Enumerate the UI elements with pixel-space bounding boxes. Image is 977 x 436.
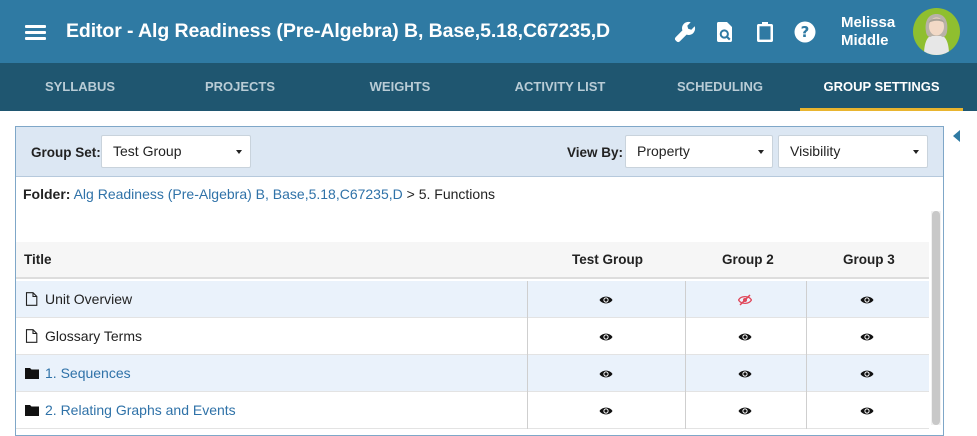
table-row: Unit Overview — [16, 281, 929, 318]
table-row: Glossary Terms — [16, 318, 929, 355]
column-header-group-3[interactable]: Group 3 — [843, 252, 895, 267]
row-title: Glossary Terms — [45, 328, 142, 344]
column-divider — [527, 281, 528, 318]
column-header-title[interactable]: Title — [24, 252, 52, 267]
tab-weights[interactable]: WEIGHTS — [340, 63, 460, 111]
view-by-secondary-select[interactable]: Visibility — [778, 135, 928, 168]
tab-projects[interactable]: PROJECTS — [180, 63, 300, 111]
tab-syllabus[interactable]: SYLLABUS — [20, 63, 140, 111]
filter-bar: Group Set: Test Group View By: Property … — [16, 127, 943, 177]
folder-icon — [25, 366, 39, 380]
column-header-group-2[interactable]: Group 2 — [722, 252, 774, 267]
collapse-panel-icon[interactable] — [953, 130, 960, 142]
column-divider — [806, 318, 807, 355]
table-row: 1. Sequences — [16, 355, 929, 392]
group-set-select[interactable]: Test Group — [101, 135, 251, 168]
page-icon — [25, 292, 38, 306]
view-by-label: View By: — [567, 145, 624, 160]
column-divider — [806, 355, 807, 392]
column-divider — [685, 392, 686, 429]
app-header: Editor - Alg Readiness (Pre-Algebra) B, … — [0, 0, 977, 63]
eye-icon[interactable] — [599, 404, 613, 416]
group-settings-panel: Group Set: Test Group View By: Property … — [15, 126, 944, 436]
chevron-down-icon — [236, 150, 242, 154]
help-icon[interactable]: ? — [793, 20, 817, 44]
eye-icon[interactable] — [860, 404, 874, 416]
chevron-down-icon — [913, 150, 919, 154]
chevron-down-icon — [758, 150, 764, 154]
tab-bar: SYLLABUS PROJECTS WEIGHTS ACTIVITY LIST … — [0, 63, 977, 111]
column-divider — [685, 281, 686, 318]
group-set-label: Group Set: — [31, 145, 101, 160]
eye-icon[interactable] — [599, 330, 613, 342]
column-divider — [685, 318, 686, 355]
page-icon — [25, 329, 38, 343]
menu-icon[interactable] — [25, 24, 46, 40]
clipboard-icon[interactable] — [753, 20, 777, 44]
row-title[interactable]: 1. Sequences — [45, 355, 131, 392]
user-name[interactable]: Melissa Middle — [841, 14, 895, 50]
avatar[interactable] — [913, 8, 960, 55]
table-scrollbar[interactable] — [931, 211, 941, 425]
breadcrumb: Folder: Alg Readiness (Pre-Algebra) B, B… — [23, 186, 495, 202]
eye-icon[interactable] — [738, 330, 752, 342]
folder-icon — [25, 403, 39, 417]
preview-search-icon[interactable] — [713, 20, 737, 44]
eye-icon[interactable] — [738, 404, 752, 416]
table-row: 2. Relating Graphs and Events — [16, 392, 929, 429]
tab-activity-list[interactable]: ACTIVITY LIST — [500, 63, 620, 111]
page-title: Editor - Alg Readiness (Pre-Algebra) B, … — [66, 20, 610, 42]
column-divider — [806, 392, 807, 429]
column-divider — [685, 355, 686, 392]
table-header: Title Test Group Group 2 Group 3 — [16, 242, 929, 279]
wrench-icon[interactable] — [673, 20, 697, 44]
hidden-eye-icon[interactable] — [737, 293, 753, 306]
eye-icon[interactable] — [599, 293, 613, 305]
column-divider — [527, 392, 528, 429]
svg-text:?: ? — [801, 23, 810, 41]
breadcrumb-current: > 5. Functions — [402, 186, 495, 202]
eye-icon[interactable] — [860, 293, 874, 305]
column-header-test-group[interactable]: Test Group — [572, 252, 643, 267]
row-title[interactable]: 2. Relating Graphs and Events — [45, 392, 236, 429]
row-title: Unit Overview — [45, 291, 133, 307]
view-by-select[interactable]: Property — [625, 135, 773, 168]
column-divider — [527, 355, 528, 392]
eye-icon[interactable] — [738, 367, 752, 379]
eye-icon[interactable] — [599, 367, 613, 379]
eye-icon[interactable] — [860, 367, 874, 379]
scrollbar-thumb[interactable] — [932, 211, 940, 425]
column-divider — [527, 318, 528, 355]
column-divider — [806, 281, 807, 318]
breadcrumb-folder-link[interactable]: Alg Readiness (Pre-Algebra) B, Base,5.18… — [74, 186, 403, 202]
tab-group-settings[interactable]: GROUP SETTINGS — [800, 63, 963, 111]
eye-icon[interactable] — [860, 330, 874, 342]
tab-scheduling[interactable]: SCHEDULING — [660, 63, 780, 111]
